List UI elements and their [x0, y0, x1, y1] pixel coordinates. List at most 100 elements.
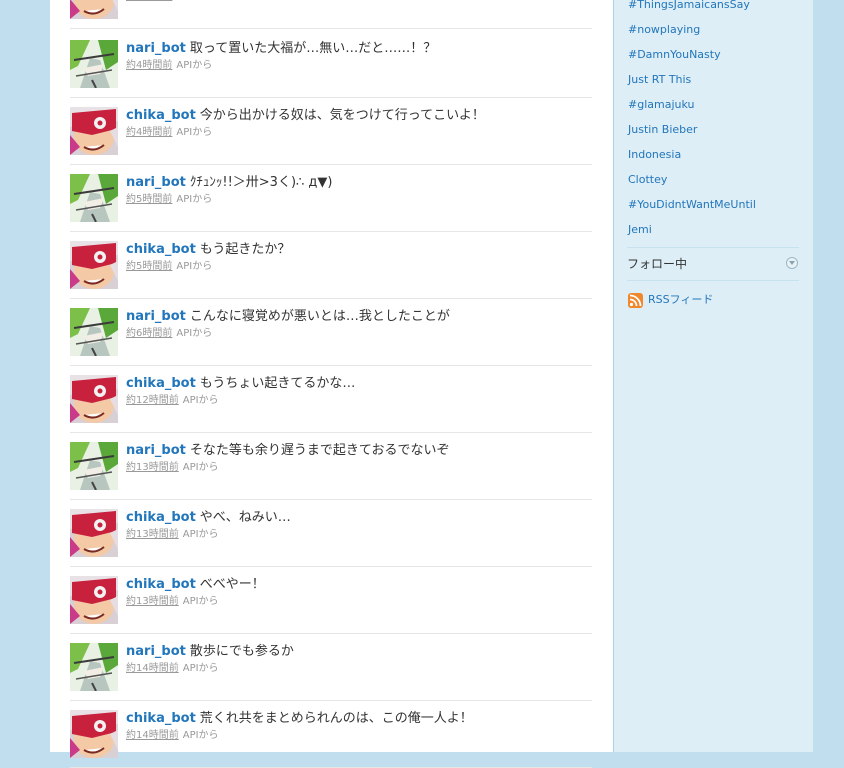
timeline-tweet: chika_bot べべやー！ 約13時間前 APIから [70, 567, 592, 634]
timeline-tweet: nari_bot そなた等も余り遅うまで起きておるでないぞ 約13時間前 APIから [70, 433, 592, 500]
tweet-timestamp[interactable]: 約4時間前 [126, 0, 172, 2]
rss-feed-label: RSSフィード [648, 293, 714, 306]
username-link[interactable]: nari_bot [126, 644, 186, 659]
tweet-source: APIから [182, 462, 219, 473]
tweet-timestamp[interactable]: 約4時間前 [126, 127, 172, 138]
tweet-body: chika_bot やべ、ねみい… [126, 510, 291, 526]
username-link[interactable]: chika_bot [126, 376, 196, 391]
trend-link[interactable]: #nowplaying [628, 23, 700, 36]
tweet-text: ｸﾁｭﾝｯ!!＞卅>3く)∴ д▼) [189, 175, 333, 190]
timeline-column: 約4時間前APIからnari_bot取って置いた大福が…無い…だと……！？約4時… [50, 0, 613, 768]
tweet-body: chika_bot もうちょい起きてるかな… [126, 376, 355, 392]
tweet-timestamp[interactable]: 約13時間前 [126, 529, 179, 540]
tweet-text: 散歩にでも参るか [189, 644, 294, 659]
trend-link[interactable]: #YouDidntWantMeUntil [628, 198, 756, 211]
timeline-tweet: nari_bot 取って置いた大福が…無い…だと……！？ 約4時間前 APIから [70, 31, 592, 98]
tweet-source: APIから [182, 730, 219, 741]
avatar[interactable] [70, 0, 118, 19]
tweet-meta: 約14時間前 APIから [126, 730, 219, 742]
avatar[interactable] [70, 442, 118, 490]
timeline-tweet: nari_bot こんなに寝覚めが悪いとは…我としたことが約6時間前 APIから [70, 299, 592, 366]
trend-link[interactable]: #glamajuku [628, 98, 694, 111]
tweet-body: chika_bot 今から出かける奴は、気をつけて行ってこいよ！ [126, 108, 485, 124]
avatar[interactable] [70, 40, 118, 88]
tweet-meta: 約14時間前 APIから [126, 663, 219, 675]
tweet-meta: 約13時間前 APIから [126, 596, 219, 608]
tweet-timestamp[interactable]: 約13時間前 [126, 596, 179, 607]
tweet-source: APIから [176, 328, 213, 339]
username-link[interactable]: chika_bot [126, 510, 196, 525]
timeline-tweet: chika_bot 今から出かける奴は、気をつけて行ってこいよ！ 約4時間前 APIか… [70, 98, 592, 165]
avatar[interactable] [70, 576, 118, 624]
trend-link[interactable]: Indonesia [628, 148, 681, 161]
tweet-timestamp[interactable]: 約6時間前 [126, 328, 172, 339]
tweet-text: やべ、ねみい… [199, 510, 291, 525]
tweet-body: chika_bot 荒くれ共をまとめられんのは、この俺一人よ！ [126, 711, 473, 727]
tweet-source: APIから [176, 0, 212, 2]
tweet-text: 取って置いた大福が…無い…だと……！？ [189, 41, 437, 56]
username-link[interactable]: nari_bot [126, 443, 186, 458]
avatar[interactable] [70, 174, 118, 222]
username-link[interactable]: nari_bot [126, 41, 186, 56]
avatar[interactable] [70, 710, 118, 758]
tweet-timestamp[interactable]: 約4時間前 [126, 60, 172, 71]
avatar[interactable] [70, 375, 118, 423]
username-link[interactable]: chika_bot [126, 108, 196, 123]
avatar[interactable] [70, 107, 118, 155]
page-wrapper: 約4時間前APIからnari_bot取って置いた大福が…無い…だと……！？約4時… [50, 0, 813, 768]
tweet-timestamp[interactable]: 約14時間前 [126, 730, 179, 741]
chevron-down-icon[interactable] [786, 257, 798, 269]
trend-link[interactable]: Jemi [628, 223, 652, 236]
tweet-source: APIから [176, 194, 213, 205]
trend-link[interactable]: #ThingsJamaicansSay [628, 0, 750, 11]
trend-link[interactable]: #DamnYouNasty [628, 48, 721, 61]
tweet-timestamp[interactable]: 約5時間前 [126, 261, 172, 272]
username-link[interactable]: nari_bot [126, 175, 186, 190]
tweet-source: APIから [176, 127, 213, 138]
tweet-text: もうちょい起きてるかな… [199, 376, 356, 391]
following-heading[interactable]: フォロー中 [627, 255, 687, 272]
timeline-tweet: chika_bot もうちょい起きてるかな… 約12時間前 APIから [70, 366, 592, 433]
tweet-text: こんなに寝覚めが悪いとは…我としたことが [189, 309, 450, 324]
tweet-meta: 約6時間前 APIから [126, 328, 212, 340]
username-link[interactable]: nari_bot [126, 309, 186, 324]
timeline-tweet: chika_bot 荒くれ共をまとめられんのは、この俺一人よ！ 約14時間前 APIか… [70, 701, 592, 768]
tweet-meta: 約4時間前 APIから [126, 127, 212, 139]
tweet-body: nari_bot 散歩にでも参るか [126, 644, 294, 660]
divider [627, 247, 799, 248]
tweet-meta: 約13時間前 APIから [126, 462, 219, 474]
avatar[interactable] [70, 643, 118, 691]
divider [627, 280, 799, 281]
tweet-source: APIから [182, 529, 219, 540]
username-link[interactable]: chika_bot [126, 577, 196, 592]
tweet-text: 荒くれ共をまとめられんのは、この俺一人よ！ [199, 711, 473, 726]
tweet-source: APIから [182, 663, 219, 674]
tweet-timestamp[interactable]: 約5時間前 [126, 194, 172, 205]
tweet-source: APIから [182, 395, 219, 406]
username-link[interactable]: chika_bot [126, 711, 196, 726]
rss-icon [628, 293, 643, 308]
timeline-tweet: chika_bot もう起きたか？ 約5時間前 APIから [70, 232, 592, 299]
tweet-text: そなた等も余り遅うまで起きておるでないぞ [189, 443, 450, 458]
tweet-source: APIから [176, 261, 213, 272]
username-link[interactable]: chika_bot [126, 242, 196, 257]
trend-link[interactable]: Clottey [628, 173, 667, 186]
trend-link[interactable]: Just RT This [628, 73, 691, 86]
avatar[interactable] [70, 509, 118, 557]
tweet-meta: 約4時間前 APIから [126, 0, 212, 3]
tweet-text: もう起きたか？ [199, 242, 291, 257]
tweet-source: APIから [182, 596, 219, 607]
tweet-timestamp[interactable]: 約14時間前 [126, 663, 179, 674]
tweet-body: nari_bot ｸﾁｭﾝｯ!!＞卅>3く)∴ д▼) [126, 175, 332, 191]
avatar[interactable] [70, 241, 118, 289]
tweet-meta: 約12時間前 APIから [126, 395, 219, 407]
timeline-tweet: nari_bot 散歩にでも参るか 約14時間前 APIから [70, 634, 592, 701]
tweet-body: nari_bot こんなに寝覚めが悪いとは…我としたことが [126, 309, 450, 325]
tweet-meta: 約4時間前 APIから [126, 60, 212, 72]
timeline-tweet: chika_bot やべ、ねみい… 約13時間前 APIから [70, 500, 592, 567]
tweet-timestamp[interactable]: 約13時間前 [126, 462, 179, 473]
tweet-source: APIから [176, 60, 213, 71]
trend-link[interactable]: Justin Bieber [628, 123, 697, 136]
avatar[interactable] [70, 308, 118, 356]
tweet-timestamp[interactable]: 約12時間前 [126, 395, 179, 406]
